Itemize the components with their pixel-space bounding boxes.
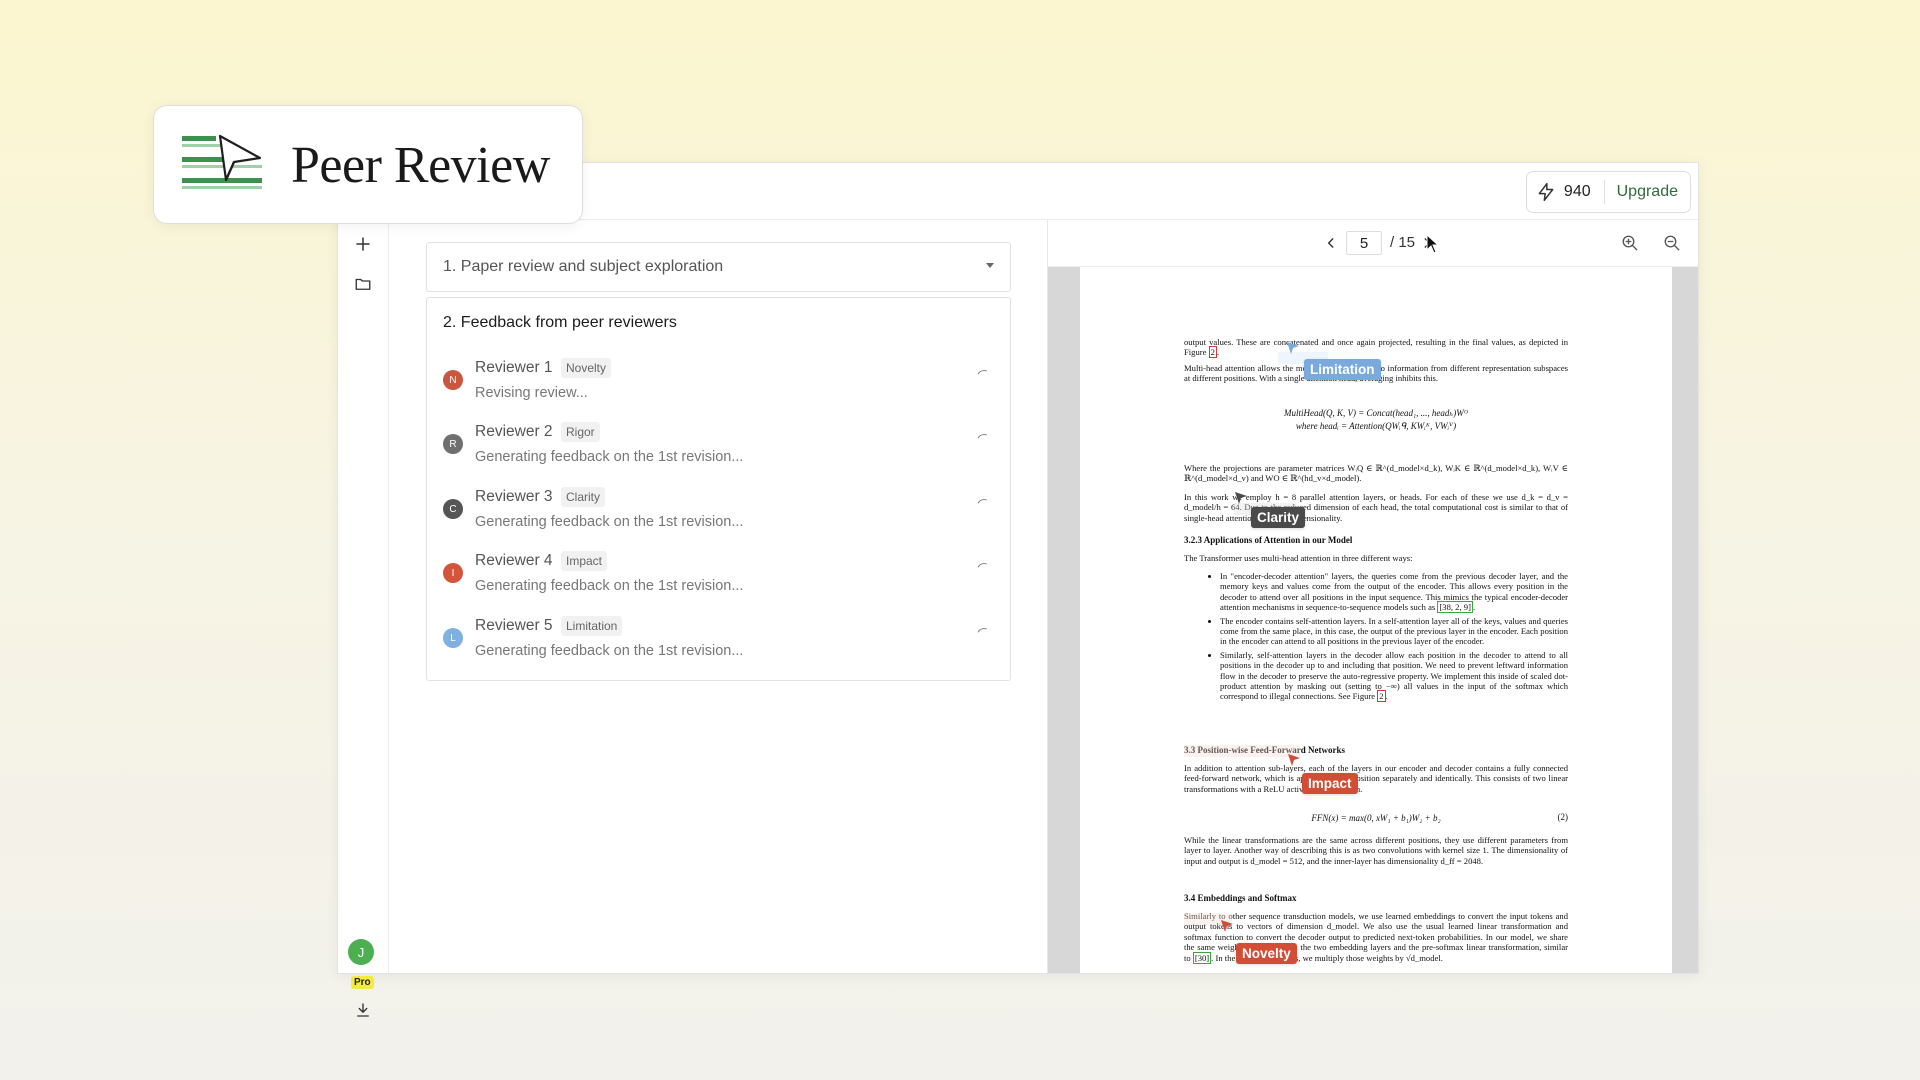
reviewer-name: Reviewer 2: [475, 423, 553, 440]
paper-plane-lines-icon: [182, 134, 262, 189]
loading-spinner-icon: [975, 561, 993, 579]
pdf-toolbar: / 15: [1048, 220, 1698, 267]
plus-icon: [356, 237, 370, 251]
highlight-tag-clarity[interactable]: Clarity: [1251, 507, 1306, 528]
reviewer-name: Reviewer 4: [475, 552, 553, 569]
equation: FFN(x) = max(0, xW₁ + b₁)W₂ + b₂ (2): [1311, 812, 1568, 823]
reviewer-avatar: C: [443, 499, 463, 519]
highlight-band: [1184, 745, 1300, 757]
download-button[interactable]: [351, 998, 375, 1022]
user-avatar[interactable]: J: [348, 939, 374, 965]
reviewer-tag: Rigor: [561, 422, 600, 442]
zoom-in-icon[interactable]: [1621, 234, 1639, 252]
pdf-page[interactable]: output values. These are concatenated an…: [1080, 267, 1672, 973]
upgrade-button[interactable]: Upgrade: [1617, 183, 1678, 201]
paper-paragraph: While the linear transformations are the…: [1184, 835, 1568, 866]
chevron-left-icon[interactable]: [1324, 236, 1338, 250]
mouse-cursor-icon: [1426, 234, 1440, 254]
reviewer-item[interactable]: N Reviewer 1 Novelty Revising review...: [443, 356, 995, 408]
credits-divider: [1603, 180, 1605, 204]
loading-spinner-icon: [975, 368, 993, 386]
brand-title: Peer Review: [291, 137, 550, 194]
credits-widget: 940 Upgrade: [1525, 171, 1691, 213]
bullet-list: In "encoder-decoder attention" layers, t…: [1184, 571, 1568, 705]
reviewer-avatar: R: [443, 434, 463, 454]
download-icon: [357, 1003, 369, 1017]
reviewer-tag: Limitation: [561, 616, 623, 636]
zoom-out-icon[interactable]: [1663, 234, 1681, 252]
reviewer-status: Generating feedback on the 1st revision.…: [475, 643, 744, 659]
reviewer-item[interactable]: L Reviewer 5 Limitation Generating feedb…: [443, 614, 995, 666]
page-total: / 15: [1390, 234, 1416, 251]
section-heading: 3.4 Embeddings and Softmax: [1184, 893, 1297, 903]
reviewer-status: Generating feedback on the 1st revision.…: [475, 578, 744, 594]
chevron-down-icon: [986, 263, 994, 268]
reviewer-name: Reviewer 5: [475, 617, 553, 634]
reviewer-name: Reviewer 1: [475, 359, 553, 376]
reviewer-tag: Novelty: [561, 358, 612, 378]
loading-spinner-icon: [975, 497, 993, 515]
new-button[interactable]: [351, 232, 375, 256]
pointer-arrow-icon: [1221, 920, 1233, 932]
equation: MultiHead(Q, K, V) = Concat(head₁, ..., …: [1283, 408, 1469, 431]
reviewer-avatar: L: [443, 628, 463, 648]
reviewer-tag: Impact: [561, 551, 608, 571]
pointer-arrow-icon: [1287, 342, 1299, 354]
step2-title: 2. Feedback from peer reviewers: [443, 314, 677, 331]
bolt-icon: [1538, 182, 1554, 202]
pointer-arrow-icon: [1288, 754, 1300, 766]
reviewer-status: Generating feedback on the 1st revision.…: [475, 449, 744, 465]
highlight-tag-limitation[interactable]: Limitation: [1304, 359, 1381, 380]
reviewer-name: Reviewer 3: [475, 488, 553, 505]
pdf-viewer: / 15 output values. These are concatenat…: [1047, 220, 1698, 973]
pro-badge: Pro: [351, 976, 374, 989]
reviewer-item[interactable]: C Reviewer 3 Clarity Generating feedback…: [443, 485, 995, 537]
step1-label: 1. Paper review and subject exploration: [443, 258, 724, 275]
reviewer-tag: Clarity: [561, 487, 606, 507]
left-rail: J Pro: [338, 220, 389, 1017]
page-number-input[interactable]: [1346, 231, 1382, 255]
highlight-tag-novelty[interactable]: Novelty: [1236, 943, 1297, 964]
brand-card: Peer Review: [153, 105, 583, 224]
reviewer-status: Generating feedback on the 1st revision.…: [475, 514, 744, 530]
pointer-arrow-icon: [1235, 492, 1247, 504]
paper-paragraph: Where the projections are parameter matr…: [1184, 463, 1568, 484]
folder-icon: [355, 278, 371, 290]
reviewer-avatar: N: [443, 370, 463, 390]
reviewer-item[interactable]: R Reviewer 2 Rigor Generating feedback o…: [443, 420, 995, 472]
credits-count: 940: [1563, 183, 1591, 200]
paper-paragraph: output values. These are concatenated an…: [1184, 337, 1568, 359]
loading-spinner-icon: [975, 432, 993, 450]
paper-paragraph: The Transformer uses multi-head attentio…: [1184, 553, 1413, 563]
paper-paragraph: In addition to attention sub-layers, eac…: [1184, 763, 1568, 794]
folder-button[interactable]: [351, 272, 375, 296]
reviewer-avatar: I: [443, 563, 463, 583]
review-panel: 1. Paper review and subject exploration …: [389, 220, 1047, 973]
step1-dropdown[interactable]: 1. Paper review and subject exploration: [426, 242, 1011, 292]
app-window: 940 Upgrade J Pro 1. Paper review and su…: [337, 162, 1699, 1017]
loading-spinner-icon: [975, 626, 993, 644]
step2-section: 2. Feedback from peer reviewers N Review…: [426, 297, 1011, 681]
reviewer-status: Revising review...: [475, 385, 588, 401]
section-heading: 3.2.3 Applications of Attention in our M…: [1184, 535, 1353, 545]
highlight-tag-impact[interactable]: Impact: [1302, 773, 1358, 794]
reviewer-item[interactable]: I Reviewer 4 Impact Generating feedback …: [443, 549, 995, 601]
